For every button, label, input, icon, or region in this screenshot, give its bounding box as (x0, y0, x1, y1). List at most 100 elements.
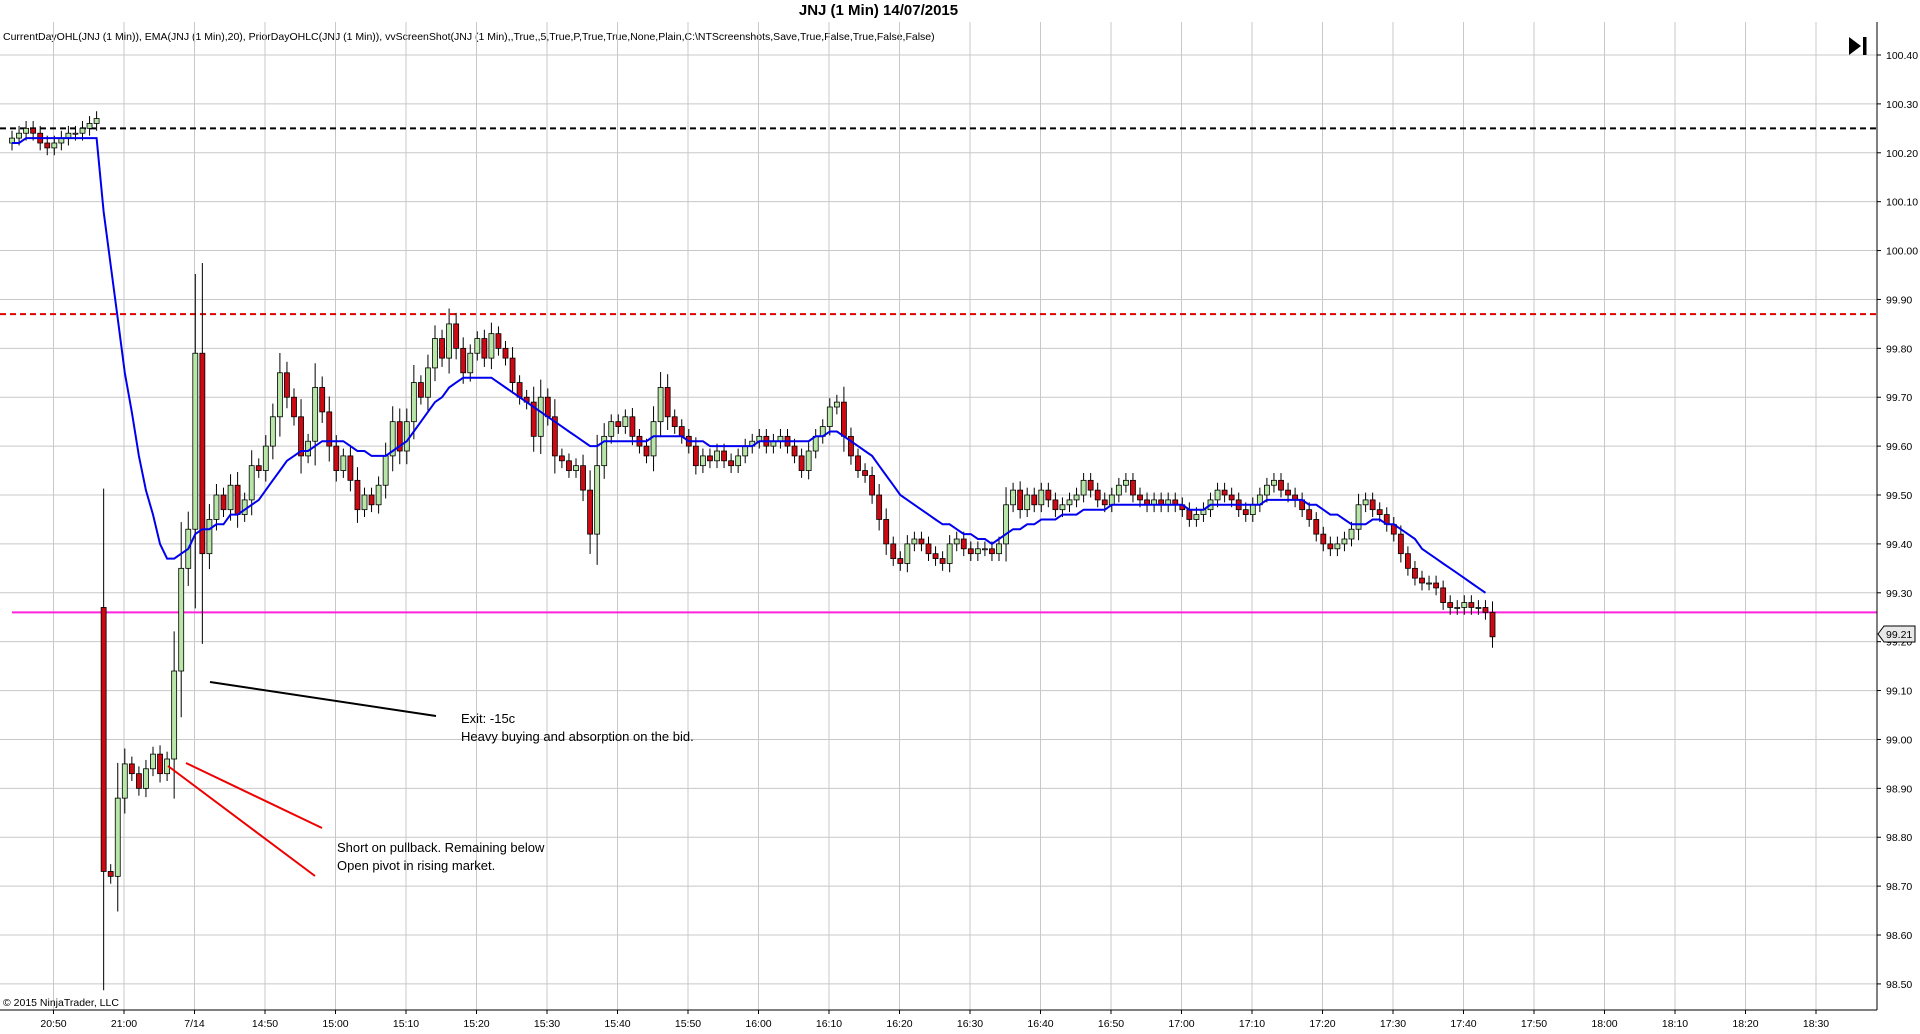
y-tick-label: 99.90 (1886, 294, 1912, 306)
candle-body (714, 450, 720, 462)
y-tick-label: 98.60 (1886, 930, 1912, 942)
candle-body (340, 455, 347, 471)
candle-body (1003, 504, 1009, 545)
y-tick-label: 99.30 (1886, 588, 1912, 600)
candle-body (707, 455, 713, 462)
y-tick-label: 99.40 (1886, 539, 1912, 551)
scroll-to-end-button[interactable] (1846, 34, 1870, 58)
candle-body (143, 768, 149, 789)
short-annotation-line-2 (167, 765, 316, 877)
x-tick-label: 15:30 (534, 1018, 560, 1030)
candle-body (559, 455, 565, 462)
candle-body (1249, 504, 1256, 515)
candle-body (925, 543, 932, 555)
y-tick-label: 98.70 (1886, 881, 1912, 893)
x-tick-label: 16:10 (816, 1018, 842, 1030)
candle-body (1313, 519, 1320, 535)
candle-body (841, 401, 847, 437)
candle-body (1327, 543, 1334, 550)
candle-body (629, 416, 636, 437)
candle-body (791, 445, 798, 457)
x-tick-label: 17:00 (1168, 1018, 1194, 1030)
candle-body (150, 753, 156, 770)
candle-body (1376, 509, 1383, 515)
candle-body (453, 323, 460, 349)
x-tick-label: 15:40 (604, 1018, 630, 1030)
candle-body (93, 118, 100, 124)
candle-body (622, 416, 629, 427)
x-tick-label: 17:50 (1521, 1018, 1547, 1030)
x-tick-label: 16:20 (886, 1018, 912, 1030)
candle-body (580, 465, 586, 491)
candle-body (312, 387, 319, 442)
candle-body (1433, 582, 1439, 589)
ema-series-line (12, 137, 1487, 594)
candle-body (1045, 489, 1052, 501)
candle-body (1369, 499, 1376, 511)
candle-body (255, 465, 262, 471)
y-tick-label: 98.80 (1886, 832, 1912, 844)
candle-body (474, 338, 481, 354)
candle-body (678, 426, 685, 437)
candle-body (1115, 484, 1122, 496)
candle-body (974, 548, 981, 555)
candle-body (262, 445, 269, 471)
candle-body (171, 670, 178, 760)
candle-body (544, 396, 551, 418)
candle-body (100, 607, 107, 872)
candle-body (1242, 509, 1249, 515)
x-tick-label: 16:40 (1027, 1018, 1053, 1030)
candle-body (488, 333, 495, 359)
x-tick-label: 15:10 (393, 1018, 419, 1030)
axes (0, 22, 1878, 1011)
candle-body (876, 494, 883, 520)
candle-body (1024, 494, 1031, 511)
candle-body (798, 455, 805, 471)
price-chart[interactable]: 100.40 100.30 100.20 100.10 100.00 99.90 99.80… (0, 0, 1920, 1034)
candle-body (1038, 489, 1045, 506)
x-axis-ticks: 20:50 21:00 7/14 14:50 15:00 15:10 15:20 15:30 1… (40, 1010, 1829, 1030)
candle-body (855, 455, 861, 471)
candle-body (1426, 582, 1432, 585)
candle-body (664, 387, 671, 418)
candle-body (1186, 509, 1193, 520)
candle-body (121, 763, 128, 799)
candle-body (989, 548, 995, 555)
candle-body (333, 445, 340, 471)
y-tick-label: 100.40 (1886, 50, 1918, 62)
candle-body (1221, 489, 1228, 496)
candle-body (248, 465, 255, 501)
candle-body (1419, 577, 1425, 584)
candle-body (1017, 489, 1024, 511)
candle-body (918, 538, 925, 545)
candle-body (1059, 504, 1066, 511)
candle-body (643, 445, 650, 457)
candle-body (1193, 514, 1200, 520)
candle-body (227, 484, 234, 511)
candle-body (904, 543, 911, 564)
candle-body (481, 338, 488, 359)
candle-body (594, 465, 601, 535)
candle-body (1080, 479, 1087, 496)
candle-body (1341, 538, 1348, 545)
candle-body (269, 416, 276, 447)
candle-body (509, 357, 516, 383)
candle-body (241, 499, 248, 515)
candle-body (862, 470, 868, 476)
candle-body (960, 538, 967, 550)
candle-body (1137, 494, 1143, 501)
y-tick-label: 100.30 (1886, 99, 1918, 111)
candle-body (234, 484, 241, 515)
x-tick-label: 17:10 (1239, 1018, 1265, 1030)
candle-body (1214, 489, 1221, 501)
x-tick-label: 18:20 (1732, 1018, 1758, 1030)
candle-body (135, 773, 142, 789)
candle-body (319, 387, 326, 413)
exit-annotation-line2: Heavy buying and absorption on the bid. (461, 729, 694, 744)
x-tick-label: 18:30 (1803, 1018, 1829, 1030)
candle-body (1066, 499, 1073, 506)
candle-body (1362, 499, 1369, 506)
candle-body (1482, 607, 1489, 613)
candle-body (1348, 528, 1355, 540)
short-annotation-line2: Open pivot in rising market. (337, 858, 496, 873)
